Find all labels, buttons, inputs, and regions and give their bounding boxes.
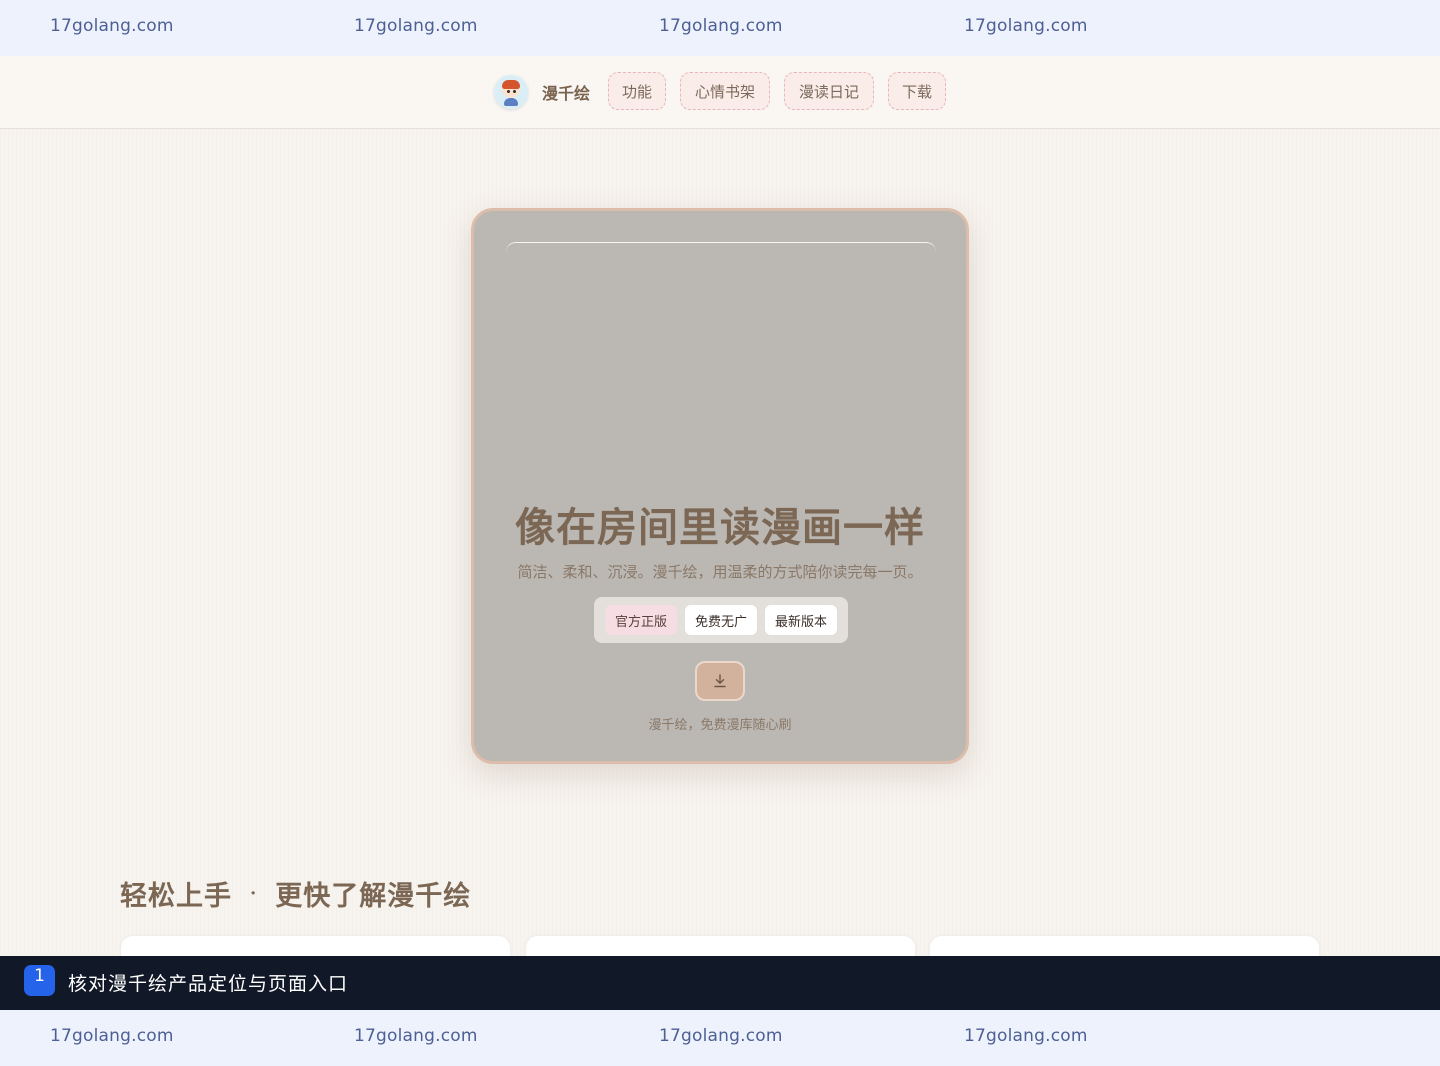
chip-free-no-ads[interactable]: 免费无广 (684, 605, 757, 635)
nav-item-reading-diary[interactable]: 漫读日记 (784, 72, 874, 110)
brand-logo-icon (494, 75, 528, 109)
feature-card[interactable] (930, 936, 1319, 956)
watermark-bar-bottom: 17golang.com 17golang.com 17golang.com 1… (0, 1010, 1440, 1066)
hero-divider (506, 242, 936, 253)
feature-card[interactable] (121, 936, 510, 956)
section-title-left: 轻松上手 (120, 881, 232, 912)
section-title: 轻松上手 · 更快了解漫千绘 (120, 874, 471, 913)
step-description: 核对漫千绘产品定位与页面入口 (68, 973, 349, 995)
watermark-text: 17golang.com (659, 1026, 783, 1046)
step-banner: 1 核对漫千绘产品定位与页面入口 (0, 956, 1440, 1010)
brand[interactable]: 漫千绘 (494, 74, 590, 110)
download-icon (714, 674, 726, 688)
chip-official[interactable]: 官方正版 (604, 605, 677, 635)
feature-card[interactable] (526, 936, 915, 956)
download-caption: 漫千绘，免费漫库随心刷 (648, 718, 792, 733)
hero-card: 像在房间里读漫画一样 简洁、柔和、沉浸。漫千绘，用温柔的方式陪你读完每一页。 官… (471, 208, 969, 764)
nav-item-features[interactable]: 功能 (608, 72, 666, 110)
nav-item-download[interactable]: 下载 (888, 72, 946, 110)
page: 漫千绘 功能 心情书架 漫读日记 下载 像在房间里读漫画一样 简洁、柔和、沉浸。… (0, 56, 1440, 956)
hero-title: 像在房间里读漫画一样 (515, 504, 925, 551)
section-title-separator: · (250, 883, 258, 904)
download-button[interactable] (695, 661, 745, 701)
brand-name: 漫千绘 (542, 84, 591, 103)
nav-item-mood-shelf[interactable]: 心情书架 (680, 72, 770, 110)
watermark-bar-top: 17golang.com 17golang.com 17golang.com 1… (0, 0, 1440, 56)
watermark-text: 17golang.com (50, 16, 174, 36)
watermark-text: 17golang.com (354, 16, 478, 36)
hero-chip-group: 官方正版 免费无广 最新版本 (594, 597, 848, 643)
chip-latest-version[interactable]: 最新版本 (765, 605, 838, 635)
section-title-right: 更快了解漫千绘 (275, 881, 472, 912)
top-navigation: 漫千绘 功能 心情书架 漫读日记 下载 (0, 56, 1440, 129)
watermark-text: 17golang.com (964, 16, 1088, 36)
watermark-text: 17golang.com (50, 1026, 174, 1046)
watermark-text: 17golang.com (964, 1026, 1088, 1046)
hero-subtitle: 简洁、柔和、沉浸。漫千绘，用温柔的方式陪你读完每一页。 (517, 563, 923, 581)
watermark-text: 17golang.com (354, 1026, 478, 1046)
watermark-text: 17golang.com (659, 16, 783, 36)
step-number-badge: 1 (24, 965, 55, 996)
